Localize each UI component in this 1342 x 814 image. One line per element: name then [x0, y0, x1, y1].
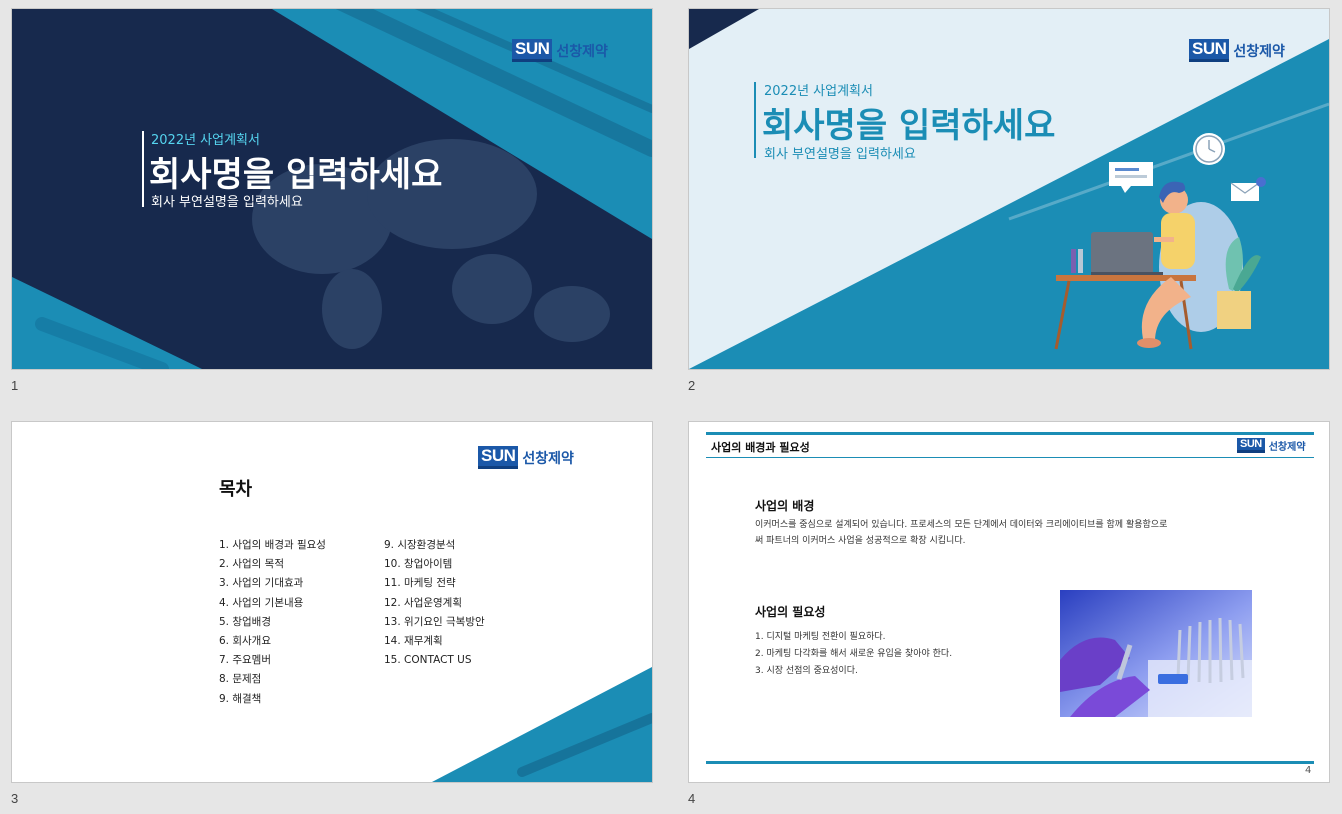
lab-photo — [1060, 590, 1252, 717]
necessity-list: 1. 디지털 마케팅 전환이 필요하다. 2. 마케팅 다각화를 해서 새로운 유… — [755, 629, 952, 680]
slide-thumbnail-1[interactable]: SUN 선창제약 2022년 사업계획서 회사명을 입력하세요 회사 부연설명을… — [11, 8, 653, 370]
list-item: 8. 문제점 — [219, 673, 262, 686]
company-logo: SUN 선창제약 — [512, 39, 608, 62]
list-item: 1. 사업의 배경과 필요성 — [219, 539, 326, 551]
header-bottom-rule — [706, 457, 1314, 458]
list-item: 3. 사업의 기대효과 — [219, 577, 304, 590]
section-background-title: 사업의 배경 — [755, 499, 815, 513]
slide-number-2: 2 — [688, 378, 696, 393]
list-item: 2. 사업의 목적 — [219, 558, 284, 571]
slide-header-title: 사업의 배경과 필요성 — [711, 441, 810, 454]
list-item: 5. 창업배경 — [219, 615, 271, 628]
company-logo: SUN 선창제약 — [478, 446, 574, 469]
logo-sun-box: SUN — [1237, 438, 1265, 453]
slide-number-3: 3 — [11, 791, 19, 806]
list-item: 4. 사업의 기본내용 — [219, 596, 304, 609]
section-background-body-line-2: 써 파트너의 이커머스 사업을 성공적으로 확장 시킵니다. — [755, 536, 966, 546]
slide-description: 회사 부연설명을 입력하세요 — [151, 195, 303, 210]
list-item: 15. CONTACT US — [384, 654, 472, 667]
slide-subtitle: 2022년 사업계획서 — [151, 133, 260, 148]
toc-list-right: 9. 시장환경분석 10. 창업아이템 11. 마케팅 전략 12. 사업운영계획 13… — [384, 536, 485, 670]
list-item: 11. 마케팅 전략 — [384, 577, 456, 590]
logo-company-name: 선창제약 — [522, 450, 574, 467]
logo-sun-box: SUN — [512, 39, 553, 62]
slide-number-4: 4 — [688, 791, 696, 806]
list-item: 1. 디지털 마케팅 전환이 필요하다. — [755, 632, 886, 642]
section-background-body-line-1: 이커머스를 중심으로 설계되어 있습니다. 프로세스의 모든 단계에서 데이터와… — [755, 520, 1168, 530]
slide-subtitle: 2022년 사업계획서 — [764, 84, 873, 99]
slide-thumbnail-4[interactable]: 사업의 배경과 필요성 SUN 선창제약 사업의 배경 이커머스를 중심으로 설… — [688, 421, 1330, 783]
title-accent-bar — [142, 131, 144, 207]
list-item: 13. 위기요인 극복방안 — [384, 615, 485, 628]
footer-rule — [706, 761, 1314, 764]
company-logo: SUN 선창제약 — [1237, 438, 1306, 453]
title-accent-bar — [754, 82, 756, 158]
logo-sun-box: SUN — [478, 446, 519, 469]
slide-page-number: 4 — [1305, 765, 1312, 776]
list-item: 12. 사업운영계획 — [384, 596, 462, 609]
slide-title: 회사명을 입력하세요 — [149, 155, 443, 195]
header-top-rule — [706, 432, 1314, 435]
person-at-laptop-illustration — [1054, 133, 1266, 350]
toc-heading: 목차 — [219, 479, 253, 500]
list-item: 9. 해결책 — [219, 692, 262, 705]
company-logo: SUN 선창제약 — [1189, 39, 1285, 62]
list-item: 2. 마케팅 다각화를 해서 새로운 유입을 찾아야 한다. — [755, 649, 953, 659]
section-necessity-title: 사업의 필요성 — [755, 605, 826, 619]
logo-company-name: 선창제약 — [1233, 43, 1285, 60]
toc-list-left: 1. 사업의 배경과 필요성 2. 사업의 목적 3. 사업의 기대효과 4. 사업의… — [219, 536, 326, 709]
list-item: 10. 창업아이템 — [384, 558, 453, 571]
logo-company-name: 선창제약 — [1268, 442, 1306, 453]
slide-number-1: 1 — [11, 378, 19, 393]
logo-company-name: 선창제약 — [556, 43, 608, 60]
list-item: 3. 시장 선점의 중요성이다. — [755, 666, 858, 676]
list-item: 14. 재무계획 — [384, 635, 443, 648]
slide-title: 회사명을 입력하세요 — [762, 106, 1056, 146]
slide-description: 회사 부연설명을 입력하세요 — [764, 147, 916, 162]
logo-sun-box: SUN — [1189, 39, 1230, 62]
slide-thumbnail-2[interactable]: SUN 선창제약 2022년 사업계획서 회사명을 입력하세요 회사 부연설명을… — [688, 8, 1330, 370]
list-item: 6. 회사개요 — [219, 635, 271, 648]
list-item: 7. 주요멤버 — [219, 654, 271, 667]
slide-thumbnail-3[interactable]: SUN 선창제약 목차 1. 사업의 배경과 필요성 2. 사업의 목적 3. 사업… — [11, 421, 653, 783]
slide-3-decoration — [432, 667, 652, 782]
list-item: 9. 시장환경분석 — [384, 539, 456, 551]
